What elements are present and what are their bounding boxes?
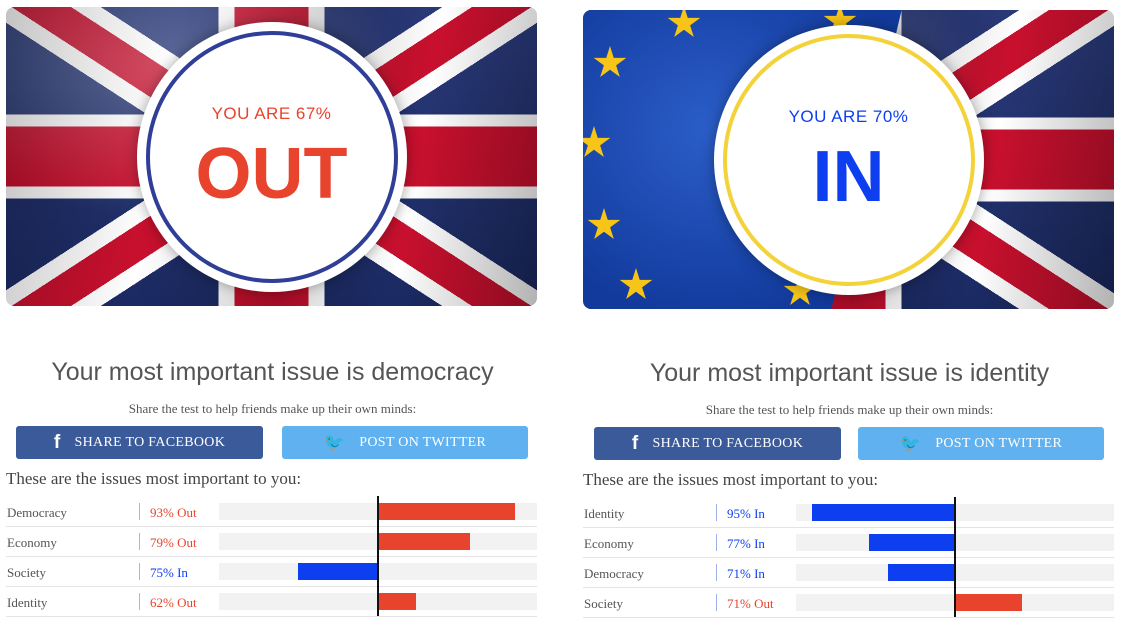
issue-row: Society 71% Out [583, 588, 1114, 618]
facebook-icon: f [631, 432, 639, 454]
union-jack-flag-image: YOU ARE 67% OUT [6, 7, 537, 306]
issue-name: Society [584, 596, 623, 611]
issue-bar [955, 594, 1022, 611]
twitter-icon: 🐦 [323, 432, 346, 452]
issue-value: 71% Out [727, 596, 774, 611]
row-divider [139, 533, 140, 550]
center-line [377, 496, 379, 616]
issue-value: 77% In [727, 536, 765, 551]
row-divider [139, 563, 140, 580]
facebook-button-label: SHARE TO FACEBOOK [652, 435, 804, 451]
result-percentage: YOU ARE 70% [788, 106, 909, 126]
share-to-facebook-button[interactable]: f SHARE TO FACEBOOK [594, 427, 841, 460]
result-badge: YOU ARE 67% OUT [136, 21, 407, 292]
issue-name: Identity [7, 595, 48, 610]
twitter-button-label: POST ON TWITTER [935, 435, 1063, 451]
issue-name: Society [7, 565, 46, 580]
row-divider [716, 594, 717, 611]
issues-list: Identity 95% In Economy 77% In Democracy 71% … [583, 497, 1114, 618]
eu-star-icon [619, 268, 653, 299]
eu-star-icon [583, 126, 611, 157]
eu-star-icon [667, 10, 701, 37]
row-divider [716, 564, 717, 581]
issue-bar [888, 564, 955, 581]
issue-row: Economy 77% In [583, 528, 1114, 558]
issue-name: Democracy [584, 566, 644, 581]
issue-name: Economy [7, 535, 57, 550]
issue-bar [298, 563, 378, 580]
issues-list-heading: These are the issues most important to y… [6, 469, 302, 488]
issue-bar [869, 534, 955, 551]
most-important-issue-heading: Your most important issue is identity [649, 359, 1050, 387]
result-percentage: YOU ARE 67% [211, 103, 332, 123]
issues-list-heading: These are the issues most important to y… [583, 470, 879, 489]
issue-row: Identity 62% Out [6, 587, 537, 617]
row-divider [139, 503, 140, 520]
issue-value: 93% Out [150, 505, 197, 520]
issue-value: 71% In [727, 566, 765, 581]
issue-row: Democracy 71% In [583, 558, 1114, 588]
share-prompt: Share the test to help friends make up t… [705, 402, 994, 417]
eu-and-union-jack-flag-image: YOU ARE 70% IN [583, 10, 1114, 309]
issue-row: Identity 95% In [583, 498, 1114, 528]
eu-star-icon [593, 46, 627, 77]
center-line [954, 497, 956, 617]
result-panel-out: YOU ARE 67% OUT Your most important issu… [6, 0, 539, 628]
result-label: OUT [195, 133, 348, 214]
facebook-button-label: SHARE TO FACEBOOK [74, 434, 226, 450]
issue-value: 75% In [150, 565, 188, 580]
issue-row: Democracy 93% Out [6, 497, 537, 527]
most-important-issue-heading: Your most important issue is democracy [51, 358, 494, 386]
share-to-facebook-button[interactable]: f SHARE TO FACEBOOK [16, 426, 263, 459]
result-badge: YOU ARE 70% IN [713, 24, 984, 295]
issues-list: Democracy 93% Out Economy 79% Out Society 75%… [6, 496, 537, 617]
issue-name: Economy [584, 536, 634, 551]
row-divider [716, 534, 717, 551]
row-divider [716, 504, 717, 521]
issue-value: 79% Out [150, 535, 197, 550]
post-on-twitter-button[interactable]: 🐦 POST ON TWITTER [282, 426, 528, 459]
issue-bar [378, 593, 416, 610]
share-prompt: Share the test to help friends make up t… [128, 401, 417, 416]
issue-bar [378, 503, 515, 520]
twitter-button-label: POST ON TWITTER [359, 434, 487, 450]
issue-bar [812, 504, 955, 521]
issue-bar [378, 533, 470, 550]
post-on-twitter-button[interactable]: 🐦 POST ON TWITTER [858, 427, 1104, 460]
twitter-icon: 🐦 [899, 433, 922, 453]
issue-name: Identity [584, 506, 625, 521]
issue-value: 62% Out [150, 595, 197, 610]
issue-value: 95% In [727, 506, 765, 521]
result-panel-in: YOU ARE 70% IN Your most important issue… [583, 0, 1116, 628]
facebook-icon: f [53, 431, 61, 453]
result-label: IN [812, 136, 885, 217]
issue-name: Democracy [7, 505, 67, 520]
row-divider [139, 593, 140, 610]
eu-star-icon [587, 208, 621, 239]
issue-row: Society 75% In [6, 557, 537, 587]
issue-row: Economy 79% Out [6, 527, 537, 557]
